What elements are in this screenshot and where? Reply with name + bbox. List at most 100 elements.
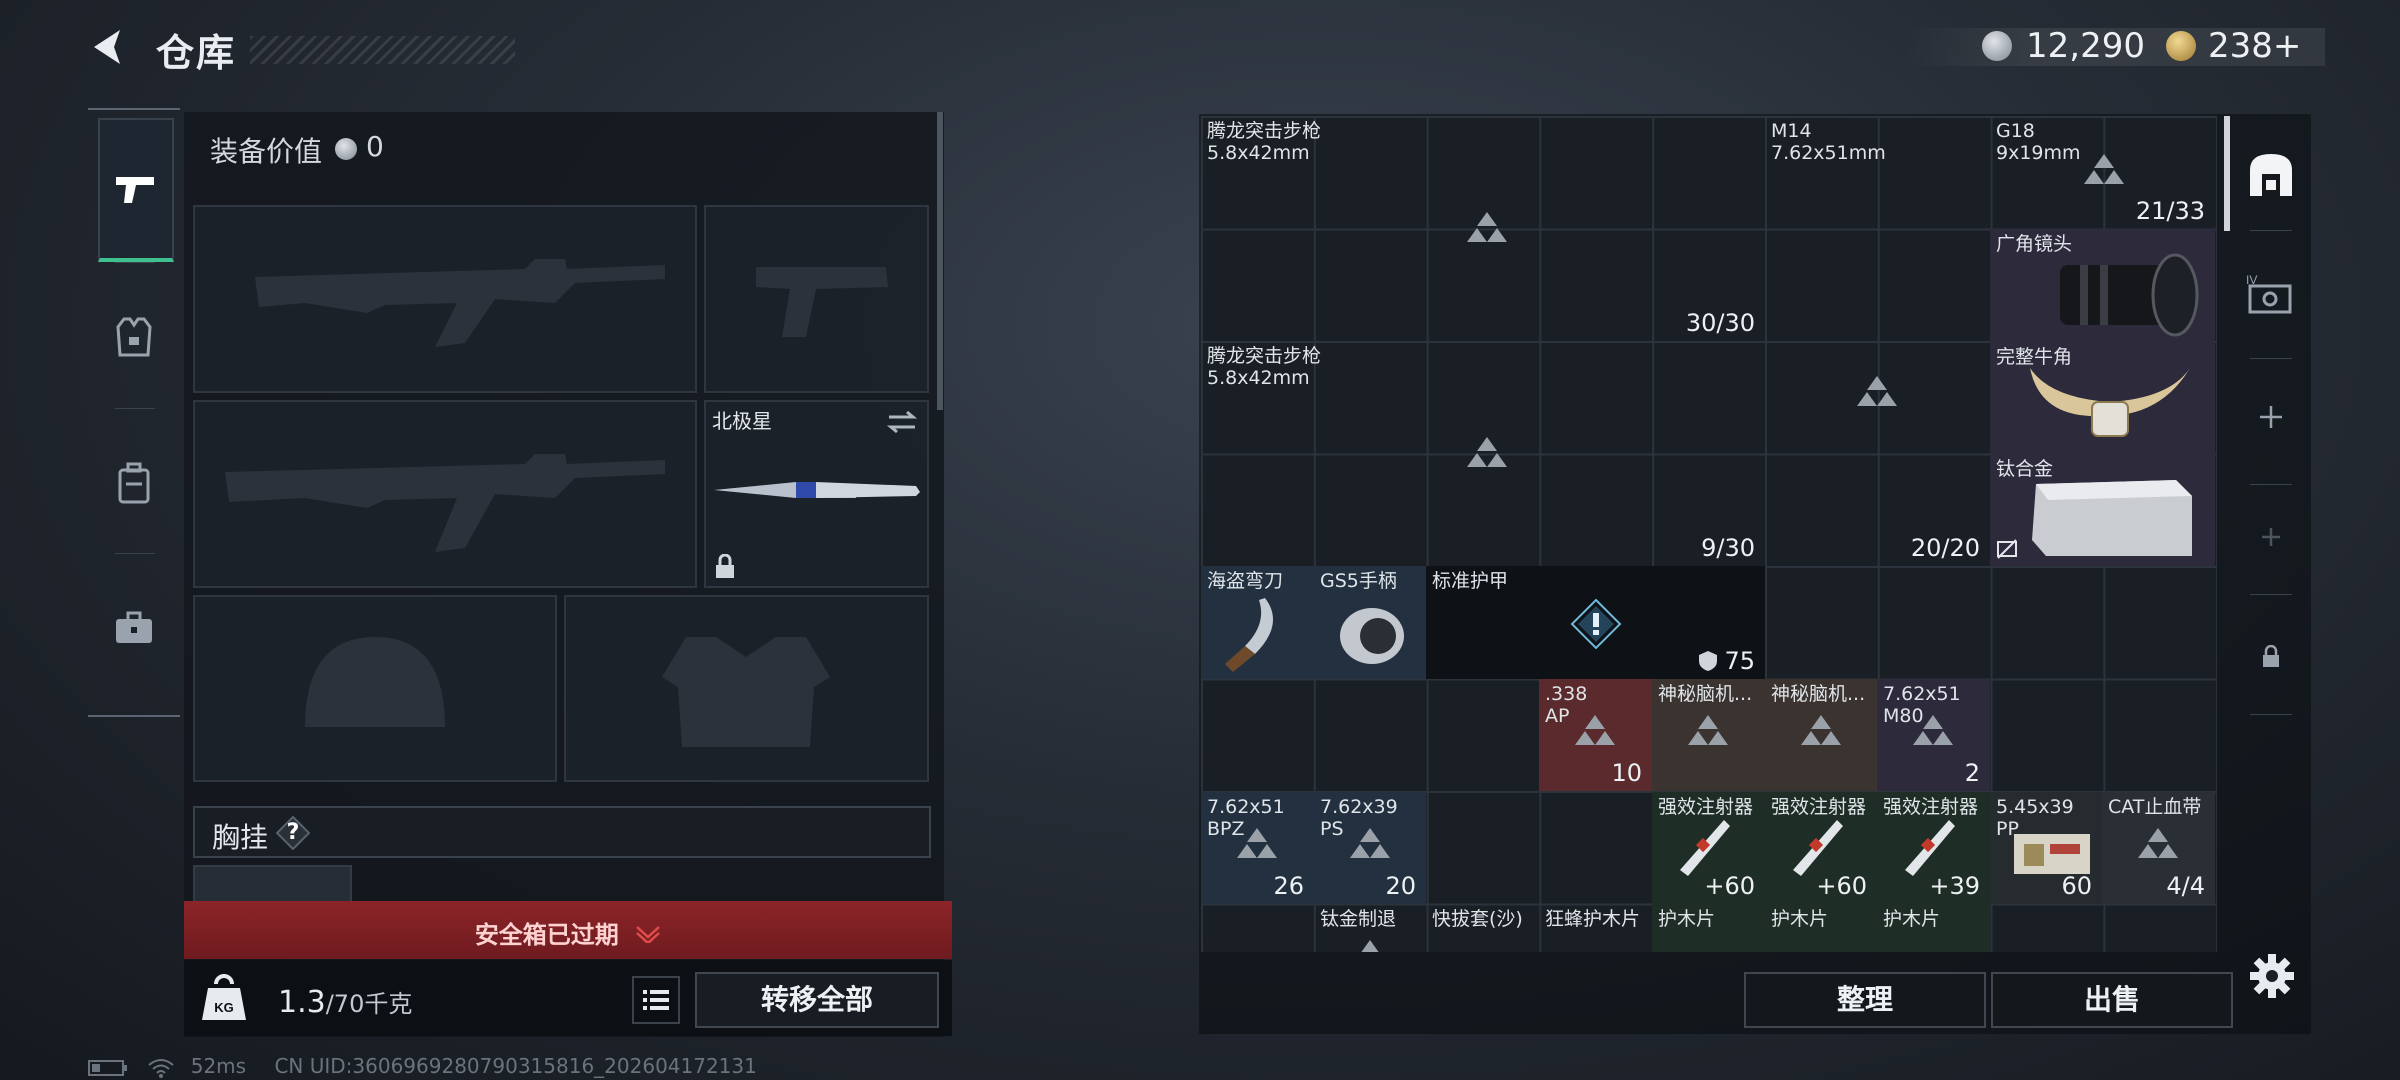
helmet-slot[interactable] [193, 595, 557, 782]
item-label: 腾龙突击步枪 5.8x42mm [1207, 120, 1321, 164]
item-name: 护木片 [1883, 908, 1941, 930]
item-name: 快拔套(沙) [1432, 908, 1523, 930]
back-button[interactable] [86, 24, 132, 70]
item-caliber: PS [1320, 818, 1344, 840]
item-name: 护木片 [1771, 908, 1829, 930]
briefcase-icon [116, 611, 152, 643]
loadout-scrollbar[interactable] [937, 112, 943, 410]
item-name: 7.62x51 [1883, 683, 1961, 705]
storage-item-handguard-1[interactable]: 护木片 [1652, 904, 1765, 952]
storage-item-injector-1[interactable]: 强效注射器 +60 [1652, 792, 1765, 904]
warning-text: 安全箱已过期 [474, 921, 619, 949]
storage-item-wasp-handguard[interactable]: 狂蜂护木片 [1539, 904, 1652, 952]
transfer-all-button[interactable]: 转移全部 [695, 972, 939, 1028]
item-count: 60 [2061, 872, 2092, 900]
rail-tab-weapons[interactable] [98, 118, 174, 262]
storage-item-762-m80[interactable]: 7.62x51 M80 2 [1877, 679, 1990, 791]
rail-tab-armor[interactable] [98, 282, 170, 392]
placeholder-triangle-icon [1361, 940, 1379, 952]
item-label: 腾龙突击步枪 5.8x42mm [1207, 345, 1321, 389]
storage-item-standard-armor[interactable]: 标准护甲 75 [1426, 566, 1765, 679]
primary-weapon-slot[interactable] [193, 205, 697, 393]
secure-case-expired-banner[interactable]: 安全箱已过期 [184, 901, 952, 959]
add-storage-tab-disabled [2240, 496, 2302, 578]
storage-item-wide-angle-lens[interactable]: 广角镜头 [1990, 229, 2215, 342]
body-armor-slot[interactable] [564, 595, 929, 782]
sort-button[interactable]: 整理 [1744, 972, 1986, 1028]
storage-item-mystery-brain-1[interactable]: 神秘脑机... [1652, 679, 1765, 791]
storage-item-g18[interactable]: G18 9x19mm 21/33 [1990, 116, 2215, 229]
item-name: 腾龙突击步枪 [1207, 345, 1322, 367]
storage-item-injector-2[interactable]: 强效注射器 +60 [1765, 792, 1877, 904]
item-name: G18 [1996, 120, 2035, 142]
storage-scrollbar[interactable] [2224, 116, 2230, 231]
storage-item-injector-3[interactable]: 强效注射器 +39 [1877, 792, 1990, 904]
storage-item-titanium-alloy[interactable]: 钛合金 [1990, 454, 2215, 566]
gold-currency-value[interactable]: 238+ [2208, 26, 2301, 66]
item-name: 钛金制退 [1320, 908, 1397, 930]
storage-item-quick-holster[interactable]: 快拔套(沙) [1426, 904, 1539, 952]
list-view-button[interactable] [632, 976, 680, 1024]
item-name: 广角镜头 [1996, 233, 2073, 255]
rail-divider [115, 408, 155, 409]
storage-item-cat-tourniquet[interactable]: CAT止血带 4/4 [2102, 792, 2215, 904]
wifi-icon [148, 1058, 174, 1078]
storage-item-m14-count: 20/20 [1765, 454, 1990, 566]
silver-currency-value[interactable]: 12,290 [2026, 26, 2145, 66]
svg-text:KG: KG [214, 1000, 234, 1015]
item-count: +60 [1816, 872, 1867, 900]
storage-item-545-pp[interactable]: 5.45x39 PP 60 [1990, 792, 2102, 904]
lock-icon [716, 554, 734, 578]
tab-divider [2250, 484, 2292, 485]
user-uid: CN UID:3606969280790315816_202604172131 [274, 1054, 757, 1078]
secondary-weapon-slot[interactable] [193, 400, 697, 588]
rifle-silhouette-icon [225, 454, 665, 552]
locked-storage-tab[interactable] [2240, 616, 2302, 698]
lock-icon [2263, 645, 2279, 667]
storage-item-762-bpz[interactable]: 7.62x51 BPZ 26 [1201, 792, 1314, 904]
placeholder-triangle-icon [1350, 828, 1390, 858]
sidearm-slot[interactable] [704, 205, 929, 393]
rail-tab-case[interactable] [98, 573, 170, 683]
sell-button[interactable]: 出售 [1991, 972, 2233, 1028]
storage-tab-secure[interactable]: IV [2240, 252, 2302, 334]
storage-item-338-ap[interactable]: .338 AP 10 [1539, 679, 1652, 791]
pistol-icon [116, 177, 154, 203]
item-count: 2 [1964, 759, 1980, 787]
rail-divider [115, 262, 155, 263]
item-count: 9/30 [1701, 534, 1755, 562]
item-count: 30/30 [1685, 309, 1755, 337]
curved-knife-icon [1225, 598, 1273, 672]
rail-tab-backpack[interactable] [98, 428, 170, 538]
storage-item-762x39-ps[interactable]: 7.62x39 PS 20 [1314, 792, 1426, 904]
storage-item-handguard-3[interactable]: 护木片 [1877, 904, 1990, 952]
settings-button[interactable] [2248, 952, 2296, 1000]
placeholder-triangle-icon [1913, 715, 1953, 745]
storage-item-rifle-2[interactable]: 腾龙突击步枪 5.8x42mm 9/30 [1201, 341, 1765, 566]
storage-item-full-horn[interactable]: 完整牛角 [1990, 342, 2215, 454]
storage-tab-warehouse[interactable] [2240, 134, 2302, 216]
add-storage-tab[interactable] [2240, 376, 2302, 458]
item-caliber: 9x19mm [1996, 142, 2081, 164]
item-name: 完整牛角 [1996, 346, 2073, 368]
swap-icon[interactable] [887, 410, 917, 434]
storage-item-titanium-muzzle[interactable]: 钛金制退 [1314, 904, 1426, 952]
placeholder-triangle-icon [1467, 212, 1507, 242]
item-name: 5.45x39 [1996, 796, 2074, 818]
placeholder-triangle-icon [2138, 828, 2178, 858]
tab-divider [2250, 230, 2292, 231]
storage-grid[interactable]: 腾龙突击步枪 5.8x42mm 30/30 M14 7.62x51mm G18 9x1… [1201, 116, 2217, 952]
armor-durability: 75 [1724, 647, 1755, 675]
placeholder-triangle-icon [1575, 715, 1615, 745]
page-title: 仓库 [156, 31, 237, 75]
storage-item-mystery-brain-2[interactable]: 神秘脑机... [1765, 679, 1877, 791]
item-caliber: AP [1545, 705, 1570, 727]
storage-item-gs5-grip[interactable]: GS5手柄 [1314, 566, 1426, 679]
storage-item-pirate-cutlass[interactable]: 海盗弯刀 [1201, 566, 1314, 679]
metal-ingot-icon [2032, 480, 2192, 556]
storage-item-handguard-2[interactable]: 护木片 [1765, 904, 1877, 952]
item-name: 强效注射器 [1771, 796, 1867, 818]
item-count: 20/20 [1910, 534, 1980, 562]
storage-item-rifle-1[interactable]: 腾龙突击步枪 5.8x42mm 30/30 [1201, 116, 1765, 341]
help-icon[interactable]: ? [276, 816, 310, 850]
